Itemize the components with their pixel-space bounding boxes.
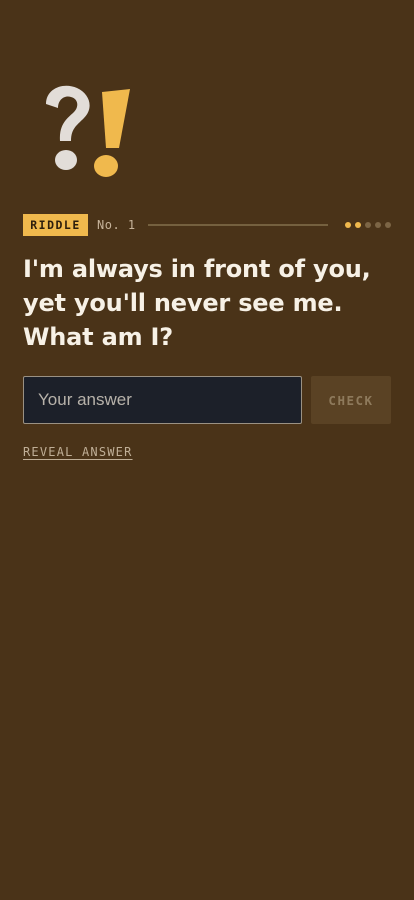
progress-line — [148, 224, 328, 226]
progress-dot-active — [345, 222, 351, 228]
riddle-tag: RIDDLE — [23, 214, 88, 236]
progress-dots — [345, 222, 391, 228]
riddle-screen: RIDDLE No. 1 I'm always in front of you,… — [0, 0, 414, 900]
riddle-number: No. 1 — [97, 218, 136, 232]
check-button[interactable]: CHECK — [311, 376, 391, 424]
riddle-meta-row: RIDDLE No. 1 — [23, 214, 391, 236]
question-exclamation-icon — [46, 85, 130, 177]
progress-dot — [385, 222, 391, 228]
progress-dot-active — [355, 222, 361, 228]
progress-dot — [375, 222, 381, 228]
reveal-answer-link[interactable]: REVEAL ANSWER — [23, 445, 133, 459]
progress-dot — [365, 222, 371, 228]
riddle-question: I'm always in front of you, yet you'll n… — [23, 255, 371, 351]
answer-input[interactable] — [23, 376, 302, 424]
